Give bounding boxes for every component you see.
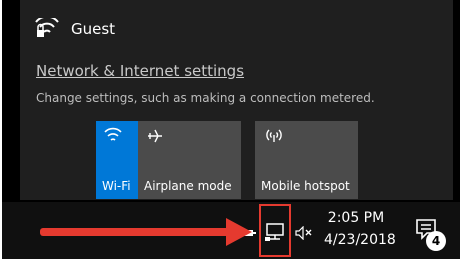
network-settings-description: Change settings, such as making a connec… [36,91,375,105]
airplane-mode-tile[interactable]: Airplane mode [138,121,241,199]
wifi-tile-label: Wi-Fi [102,179,131,193]
network-internet-settings-link[interactable]: Network & Internet settings [36,62,244,80]
annotation-arrow-shaft [40,228,240,236]
taskbar-clock[interactable]: 2:05 PM 4/23/2018 [324,209,396,249]
network-name: Guest [71,20,116,38]
wifi-icon [104,127,122,141]
volume-muted-icon[interactable] [295,226,313,240]
wifi-lock-icon [35,18,59,37]
hotspot-icon [266,129,282,142]
annotation-arrow-head [226,218,252,246]
mobile-hotspot-tile-label: Mobile hotspot [261,179,350,193]
mobile-hotspot-tile[interactable]: Mobile hotspot [255,121,358,199]
clock-date: 4/23/2018 [324,232,396,248]
airplane-mode-tile-label: Airplane mode [144,179,232,193]
notification-count-badge: 4 [426,231,446,251]
network-entry-guest[interactable]: Guest [35,18,115,40]
annotation-highlight-box [259,204,291,257]
airplane-icon [148,129,162,143]
clock-time: 2:05 PM [327,210,385,226]
